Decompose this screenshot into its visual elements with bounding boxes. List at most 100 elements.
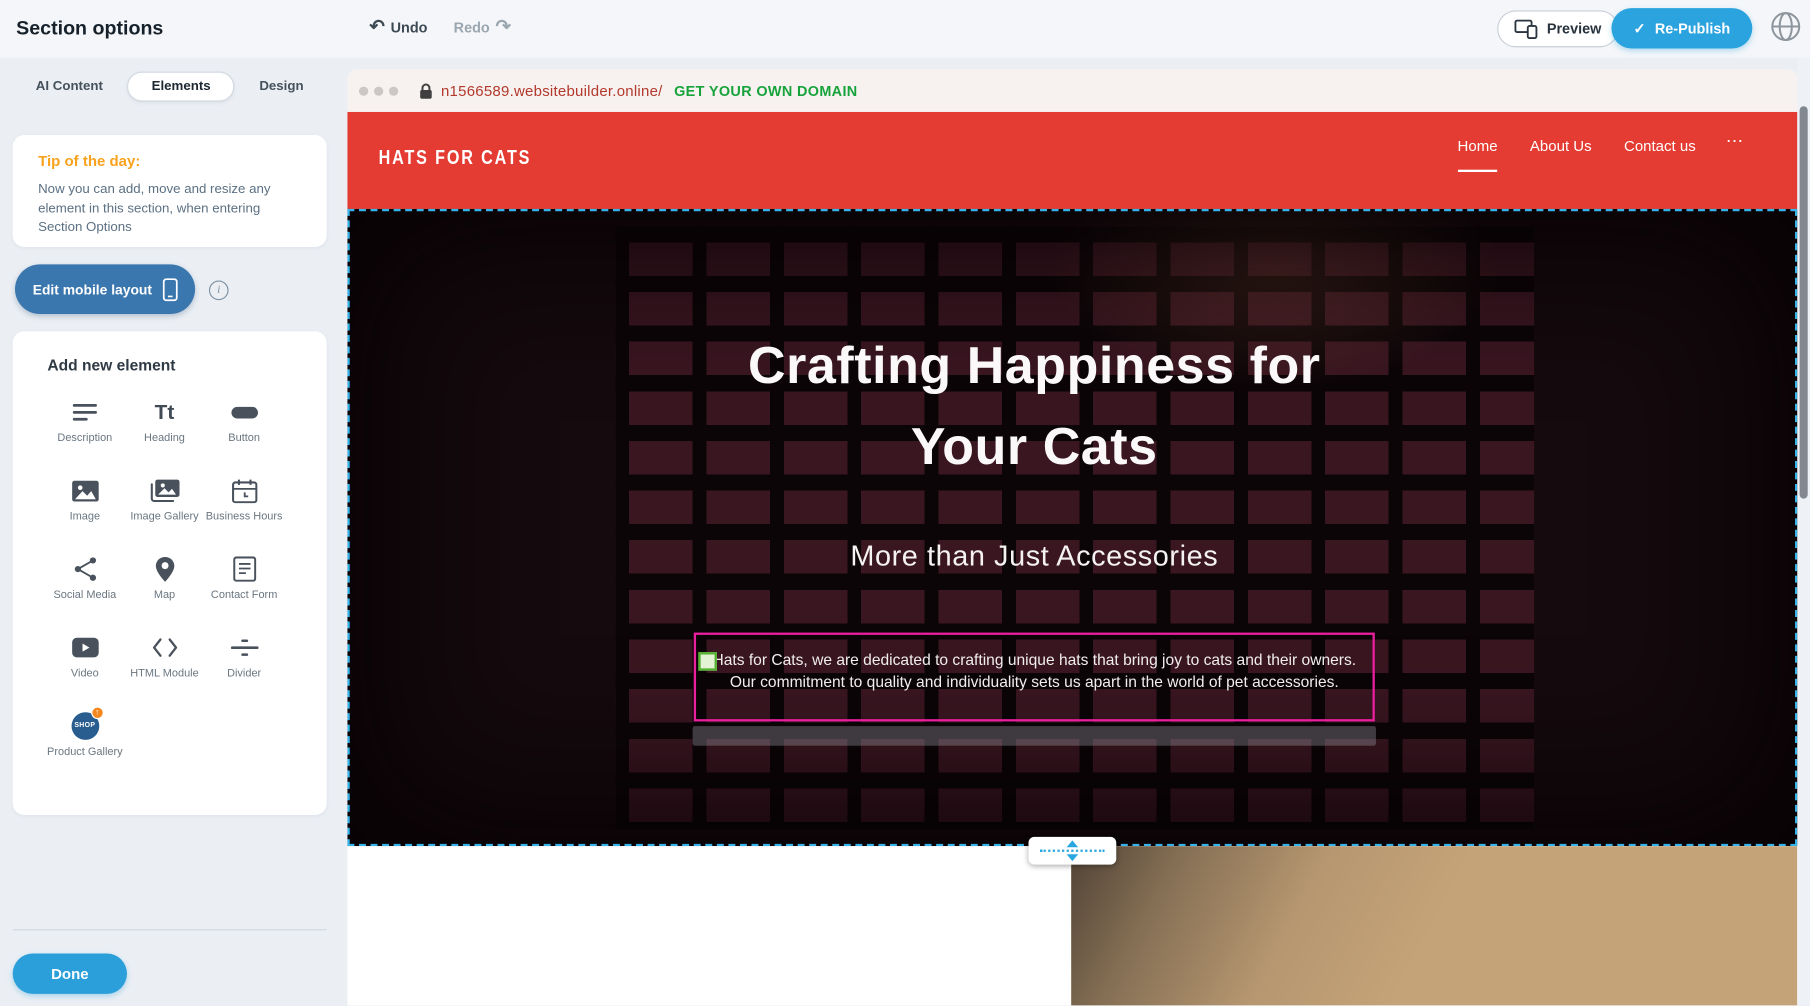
add-element-image-gallery[interactable]: Image Gallery bbox=[125, 466, 205, 544]
site-logo[interactable]: HATS FOR CATS bbox=[379, 145, 532, 168]
resize-arrow-down-icon bbox=[1067, 854, 1079, 861]
social-media-icon bbox=[72, 554, 97, 584]
element-label: Image bbox=[45, 510, 125, 524]
element-label: Video bbox=[45, 667, 125, 681]
section-resize-handle[interactable] bbox=[1029, 837, 1117, 865]
html-code-icon bbox=[151, 633, 179, 663]
tab-elements[interactable]: Elements bbox=[127, 72, 235, 102]
resize-dotted-line bbox=[1040, 850, 1105, 852]
redo-button[interactable]: Redo ↷ bbox=[454, 18, 511, 36]
add-element-image[interactable]: Image bbox=[45, 466, 125, 544]
tab-design[interactable]: Design bbox=[248, 73, 315, 101]
tip-title: Tip of the day: bbox=[38, 152, 301, 169]
window-dot bbox=[359, 86, 368, 95]
check-icon: ✓ bbox=[1634, 20, 1646, 37]
undo-label: Undo bbox=[391, 20, 428, 36]
preview-button[interactable]: Preview bbox=[1497, 10, 1619, 47]
upgrade-badge-icon: ↑ bbox=[91, 706, 104, 719]
add-element-product-gallery[interactable]: SHOP ↑ Product Gallery bbox=[45, 702, 125, 780]
done-button[interactable]: Done bbox=[13, 953, 127, 993]
website-builder-app: Section options ↶ Undo Redo ↷ Preview ✓ … bbox=[0, 0, 1810, 1005]
scrollbar-thumb[interactable] bbox=[1800, 106, 1808, 498]
window-control-dots bbox=[359, 86, 398, 95]
add-element-html-module[interactable]: HTML Module bbox=[125, 623, 205, 701]
republish-label: Re-Publish bbox=[1655, 20, 1730, 36]
site-nav: Home About Us Contact us bbox=[1458, 137, 1696, 172]
contact-form-icon bbox=[233, 554, 256, 584]
redo-label: Redo bbox=[454, 20, 490, 36]
edit-mobile-label: Edit mobile layout bbox=[33, 281, 152, 297]
add-element-social-media[interactable]: Social Media bbox=[45, 545, 125, 623]
resize-arrow-up-icon bbox=[1067, 840, 1079, 847]
window-dot bbox=[374, 86, 383, 95]
language-globe-icon[interactable] bbox=[1770, 10, 1802, 42]
element-label: Map bbox=[125, 589, 205, 603]
scrollbar[interactable] bbox=[1797, 58, 1810, 1006]
description-icon bbox=[72, 397, 97, 427]
site-url: n1566589.websitebuilder.online/ bbox=[441, 82, 663, 99]
hero-section[interactable]: Crafting Happiness for Your Cats More th… bbox=[347, 209, 1797, 846]
add-element-divider[interactable]: Divider bbox=[204, 623, 284, 701]
hero-title-line2[interactable]: Your Cats bbox=[347, 417, 1721, 477]
hero-paragraph[interactable]: Hats for Cats, we are dedicated to craft… bbox=[708, 650, 1361, 694]
info-icon[interactable]: i bbox=[209, 281, 229, 301]
top-toolbar: Section options ↶ Undo Redo ↷ Preview ✓ … bbox=[0, 0, 1810, 58]
add-element-business-hours[interactable]: Business Hours bbox=[204, 466, 284, 544]
business-hours-icon bbox=[231, 476, 256, 506]
nav-link-about[interactable]: About Us bbox=[1530, 137, 1592, 172]
page-title: Section options bbox=[16, 17, 163, 40]
tip-body: Now you can add, move and resize any ele… bbox=[38, 180, 301, 238]
republish-button[interactable]: ✓ Re-Publish bbox=[1611, 8, 1752, 48]
tip-of-the-day-card: Tip of the day: Now you can add, move an… bbox=[13, 135, 327, 247]
site-header: HATS FOR CATS Home About Us Contact us ⋯ bbox=[347, 112, 1797, 209]
add-element-contact-form[interactable]: Contact Form bbox=[204, 545, 284, 623]
map-pin-icon bbox=[153, 554, 176, 584]
sidebar-tabs: AI Content Elements Design bbox=[13, 69, 327, 104]
add-element-button[interactable]: Button bbox=[204, 388, 284, 466]
photo-shadow-overlay bbox=[1071, 846, 1797, 1005]
element-drag-handle[interactable] bbox=[698, 652, 716, 670]
element-label: Social Media bbox=[45, 589, 125, 603]
sidebar-divider bbox=[13, 929, 327, 930]
undo-icon: ↶ bbox=[369, 18, 384, 36]
nav-link-home[interactable]: Home bbox=[1458, 137, 1498, 172]
video-icon bbox=[71, 633, 99, 663]
add-element-panel: Add new element Description Tt Heading B… bbox=[13, 331, 327, 815]
lock-icon bbox=[419, 83, 433, 99]
add-element-heading[interactable]: Tt Heading bbox=[125, 388, 205, 466]
next-section[interactable] bbox=[347, 846, 1797, 1005]
pavement-photo bbox=[1071, 846, 1797, 1005]
hero-subtitle[interactable]: More than Just Accessories bbox=[347, 540, 1721, 573]
image-icon bbox=[71, 476, 99, 506]
button-icon bbox=[230, 397, 258, 427]
nav-link-contact[interactable]: Contact us bbox=[1624, 137, 1696, 172]
devices-icon bbox=[1514, 19, 1537, 39]
preview-label: Preview bbox=[1547, 21, 1602, 37]
hidden-element-placeholder bbox=[693, 726, 1376, 746]
element-label: Heading bbox=[125, 432, 205, 446]
element-label: Product Gallery bbox=[45, 746, 125, 760]
redo-icon: ↷ bbox=[496, 18, 511, 36]
window-dot bbox=[389, 86, 398, 95]
add-element-map[interactable]: Map bbox=[125, 545, 205, 623]
element-label: Button bbox=[204, 432, 284, 446]
edit-mobile-layout-button[interactable]: Edit mobile layout bbox=[15, 264, 195, 314]
element-grid: Description Tt Heading Button Image bbox=[45, 388, 327, 780]
element-label: Contact Form bbox=[204, 589, 284, 603]
browser-chrome-bar: n1566589.websitebuilder.online/ GET YOUR… bbox=[347, 69, 1797, 112]
add-element-video[interactable]: Video bbox=[45, 623, 125, 701]
get-domain-link[interactable]: GET YOUR OWN DOMAIN bbox=[674, 83, 857, 99]
shop-badge-label: SHOP bbox=[74, 723, 95, 730]
heading-icon: Tt bbox=[155, 397, 175, 427]
add-element-description[interactable]: Description bbox=[45, 388, 125, 466]
undo-button[interactable]: ↶ Undo bbox=[369, 18, 427, 36]
nav-more-menu[interactable]: ⋯ bbox=[1726, 130, 1744, 151]
tab-ai-content[interactable]: AI Content bbox=[24, 73, 114, 101]
selected-paragraph-element[interactable]: Hats for Cats, we are dedicated to craft… bbox=[694, 633, 1375, 722]
hero-title-line1[interactable]: Crafting Happiness for bbox=[347, 336, 1721, 396]
element-label: HTML Module bbox=[125, 667, 205, 681]
image-gallery-icon bbox=[149, 476, 179, 506]
phone-icon bbox=[162, 278, 177, 301]
element-label: Description bbox=[45, 432, 125, 446]
product-gallery-icon: SHOP ↑ bbox=[71, 711, 99, 741]
